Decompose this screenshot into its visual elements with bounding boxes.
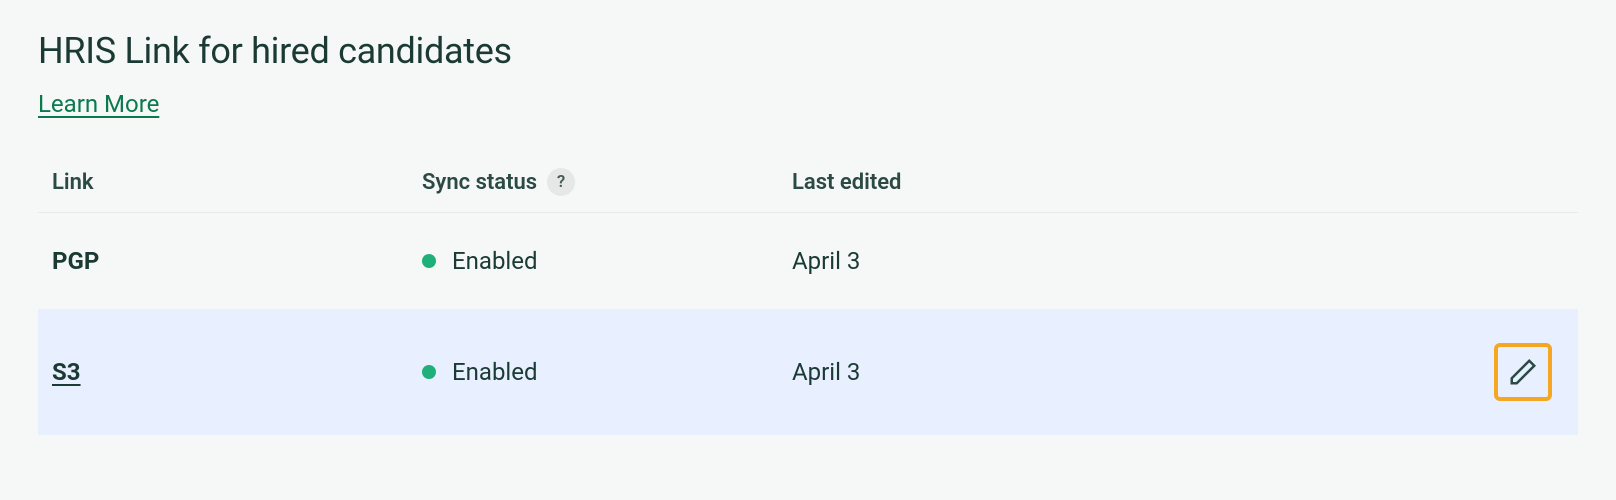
last-edited-text: April 3 xyxy=(792,247,1474,275)
sync-status-text: Enabled xyxy=(452,358,538,386)
status-dot-icon xyxy=(422,254,436,268)
page-title: HRIS Link for hired candidates xyxy=(38,30,1578,72)
edit-button[interactable] xyxy=(1494,343,1552,401)
column-header-link: Link xyxy=(52,170,422,195)
pencil-icon xyxy=(1508,357,1538,387)
column-header-sync-status: Sync status ? xyxy=(422,168,792,196)
sync-status-text: Enabled xyxy=(452,247,538,275)
sync-status-cell: Enabled xyxy=(422,247,792,275)
learn-more-link[interactable]: Learn More xyxy=(38,90,159,118)
status-dot-icon xyxy=(422,365,436,379)
table-row: PGP Enabled April 3 xyxy=(38,213,1578,309)
last-edited-text: April 3 xyxy=(792,358,1474,386)
help-icon[interactable]: ? xyxy=(547,168,575,196)
table-row[interactable]: S3 Enabled April 3 xyxy=(38,309,1578,435)
link-name[interactable]: S3 xyxy=(52,358,422,386)
sync-status-cell: Enabled xyxy=(422,358,792,386)
links-table: Link Sync status ? Last edited PGP Enable… xyxy=(38,168,1578,435)
column-header-sync-status-label: Sync status xyxy=(422,170,537,195)
table-header-row: Link Sync status ? Last edited xyxy=(38,168,1578,213)
link-name[interactable]: PGP xyxy=(52,247,422,275)
column-header-last-edited: Last edited xyxy=(792,170,1474,195)
row-actions xyxy=(1474,343,1564,401)
